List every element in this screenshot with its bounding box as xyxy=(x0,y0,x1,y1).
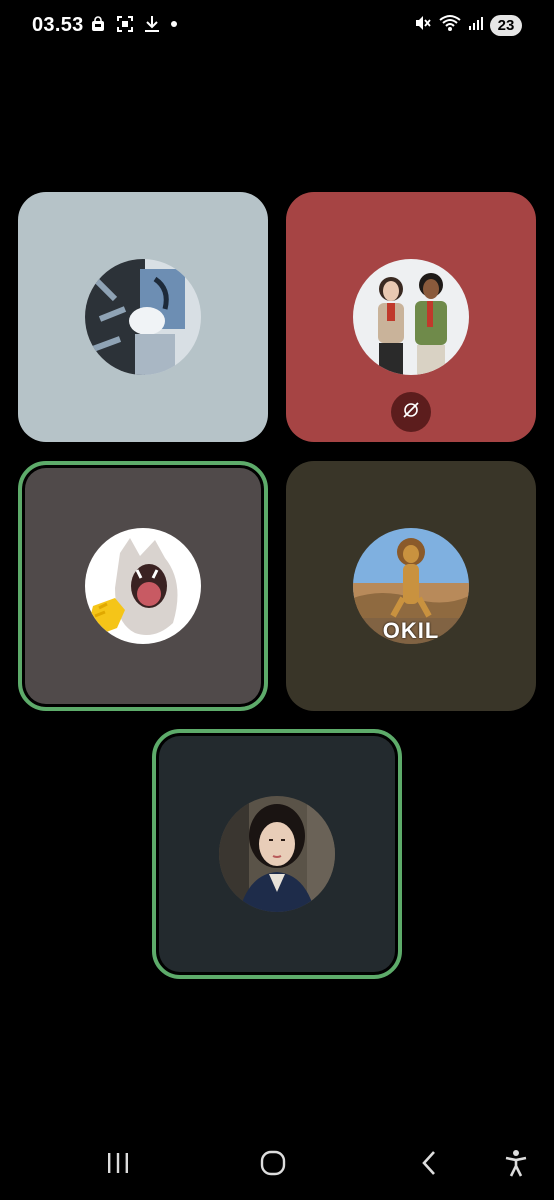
home-icon xyxy=(259,1149,287,1182)
status-bar: 03.53 23 xyxy=(0,0,554,52)
accessibility-icon xyxy=(503,1149,529,1182)
back-button[interactable] xyxy=(410,1148,450,1182)
dot-icon xyxy=(170,20,178,28)
participant-tile-3[interactable] xyxy=(18,461,268,711)
avatar-woman-image xyxy=(219,796,335,912)
back-icon xyxy=(418,1149,442,1182)
status-time: 03.53 xyxy=(32,14,84,36)
mute-icon xyxy=(414,14,432,37)
avatar-couple-image xyxy=(353,259,469,375)
participant-avatar-4: OKIL xyxy=(353,528,469,644)
avatar-caption: OKIL xyxy=(382,618,440,643)
accessibility-button[interactable] xyxy=(496,1148,536,1182)
participant-avatar-2 xyxy=(353,259,469,375)
avatar-cat-image xyxy=(85,528,201,644)
participant-avatar-3 xyxy=(85,528,201,644)
screen: 03.53 23 OKIL xyxy=(0,0,554,1200)
video-off-icon xyxy=(401,400,421,425)
participant-tile-1[interactable] xyxy=(18,192,268,442)
participant-avatar-5 xyxy=(219,796,335,912)
participant-avatar-1 xyxy=(85,259,201,375)
status-right-icons: 23 xyxy=(414,14,522,37)
recents-icon xyxy=(105,1150,131,1181)
participant-tile-4[interactable]: OKIL xyxy=(286,461,536,711)
download-icon xyxy=(144,15,160,33)
battery-badge: 23 xyxy=(490,15,522,36)
shopping-bag-icon xyxy=(90,16,106,32)
avatar-graffiti-image xyxy=(85,259,201,375)
navigation-bar xyxy=(0,1130,554,1200)
screenshot-icon xyxy=(116,15,134,33)
recents-button[interactable] xyxy=(98,1148,138,1182)
home-button[interactable] xyxy=(253,1148,293,1182)
video-off-badge xyxy=(391,392,431,432)
signal-icon xyxy=(468,15,484,36)
participant-tile-5[interactable] xyxy=(152,729,402,979)
status-left-icons xyxy=(90,15,178,33)
wifi-icon xyxy=(438,14,462,37)
participant-tile-2[interactable] xyxy=(286,192,536,442)
